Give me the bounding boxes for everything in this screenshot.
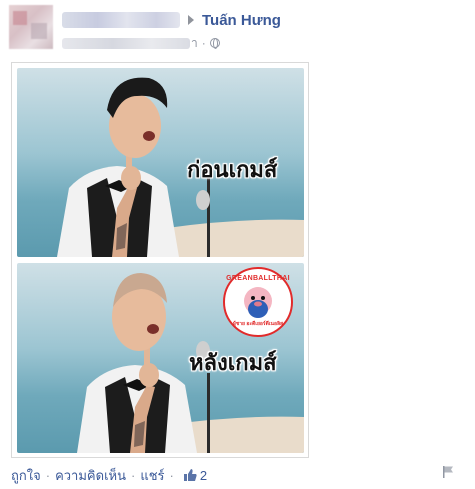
author-name-blurred[interactable] bbox=[62, 12, 180, 28]
post-image[interactable]: ก่อนเกมส์ GREANBALLTHAI ผู้ชาย อะดีเยอร์… bbox=[11, 62, 309, 458]
avatar-blur-block bbox=[13, 11, 27, 25]
like-link[interactable]: ถูกใจ bbox=[11, 465, 41, 486]
timestamp-suffix: า bbox=[191, 35, 198, 50]
globe-icon[interactable] bbox=[209, 38, 220, 49]
watermark-logo: GREANBALLTHAI ผู้ชาย อะดีเยอร์ดีเนอลิส bbox=[223, 267, 293, 337]
watermark-bottom-text: ผู้ชาย อะดีเยอร์ดีเนอลิส bbox=[232, 321, 284, 327]
facebook-post: Tuấn Hưng า · ก่อนเกมส์ GREANBALLTHAI ผู… bbox=[0, 0, 475, 489]
action-separator: · bbox=[130, 467, 136, 483]
comment-link[interactable]: ความคิดเห็น bbox=[55, 465, 126, 486]
meta-separator: · bbox=[201, 36, 206, 50]
target-profile-name[interactable]: Tuấn Hưng bbox=[202, 12, 281, 29]
meme-panel-before: ก่อนเกมส์ bbox=[17, 68, 304, 257]
post-author-row: Tuấn Hưng bbox=[62, 10, 281, 30]
post-actions: ถูกใจ · ความคิดเห็น · แชร์ · 2 bbox=[11, 466, 207, 484]
caption-after: หลังเกมส์ bbox=[189, 351, 277, 376]
action-separator: · bbox=[169, 467, 174, 483]
caption-before: ก่อนเกมส์ bbox=[187, 158, 278, 183]
action-separator: · bbox=[45, 467, 51, 483]
thumbs-up-icon[interactable] bbox=[183, 468, 197, 482]
flag-icon[interactable] bbox=[441, 465, 455, 479]
avatar-blur-block bbox=[31, 23, 47, 39]
meme-panel-after: GREANBALLTHAI ผู้ชาย อะดีเยอร์ดีเนอลิส ห… bbox=[17, 263, 304, 453]
share-link[interactable]: แชร์ bbox=[140, 465, 164, 486]
arrow-right-icon bbox=[188, 15, 194, 25]
avatar[interactable] bbox=[9, 5, 53, 49]
like-count[interactable]: 2 bbox=[200, 468, 207, 483]
timestamp-blurred[interactable] bbox=[62, 37, 190, 49]
post-meta-row: า · bbox=[62, 36, 220, 50]
